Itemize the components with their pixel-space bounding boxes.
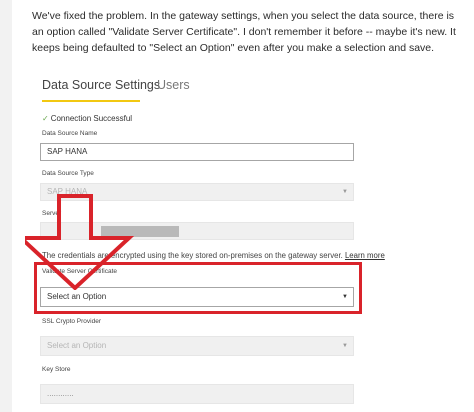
data-source-type-label: Data Source Type [42, 170, 94, 177]
annotation-down-arrow-icon [25, 194, 135, 290]
key-store-input[interactable]: ............ [40, 384, 354, 404]
page-left-strip [0, 0, 12, 412]
ssl-crypto-provider-value: Select an Option [47, 341, 107, 350]
learn-more-link[interactable]: Learn more [345, 251, 385, 260]
active-tab-indicator [42, 100, 140, 102]
chevron-down-icon: ▼ [342, 189, 348, 195]
forum-post-text: We've fixed the problem. In the gateway … [32, 10, 456, 54]
key-store-label: Key Store [42, 366, 71, 373]
ssl-crypto-provider-label: SSL Crypto Provider [42, 318, 102, 325]
tab-users[interactable]: Users [157, 78, 190, 92]
data-source-name-input[interactable]: SAP HANA [40, 143, 354, 161]
tab-data-source-settings[interactable]: Data Source Settings [42, 78, 160, 92]
connection-status-text: Connection Successful [50, 114, 133, 123]
check-icon: ✓ [42, 114, 49, 123]
data-source-name-label: Data Source Name [42, 130, 98, 137]
connection-status: ✓ Connection Successful [42, 114, 132, 123]
ssl-crypto-provider-select[interactable]: Select an Option ▼ [40, 336, 354, 356]
chevron-down-icon: ▼ [342, 343, 348, 349]
